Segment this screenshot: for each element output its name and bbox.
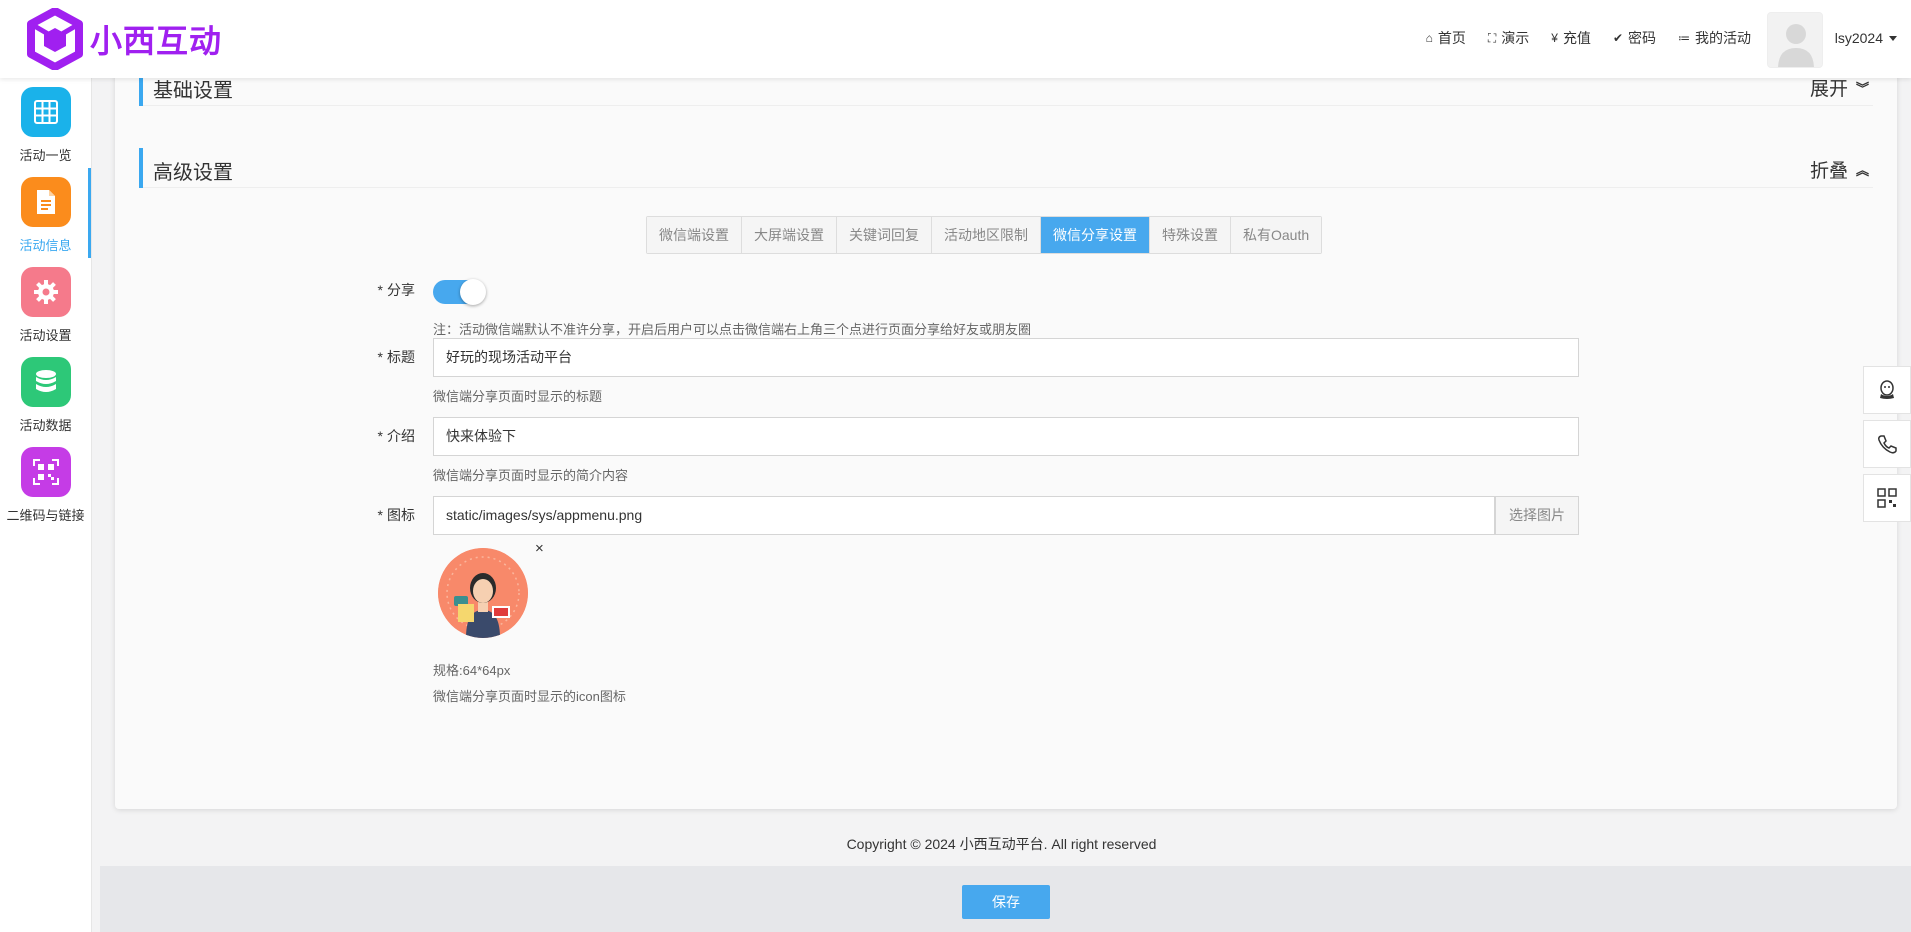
yen-icon: ¥ [1551,31,1558,45]
intro-hint: 微信端分享页面时显示的简介内容 [433,468,629,483]
select-image-button[interactable]: 选择图片 [1495,496,1579,535]
settings-card: 基础设置 展开 ︾ 高级设置 折叠 ︽ 微信端设置 大屏端设置 关键词回复 活动地区限… [115,62,1897,809]
icon-spec: 规格:64*64px [433,663,511,678]
tab-4[interactable]: 微信分享设置 [1041,217,1150,253]
topnav-item-4[interactable]: ≔ 我的活动 [1678,28,1751,48]
save-bar: 保存 [100,866,1911,932]
advanced-settings-title: 高级设置 [153,162,233,184]
double-chevron-up-icon: ︽ [1855,163,1869,178]
content-area: 基础设置 展开 ︾ 高级设置 折叠 ︽ 微信端设置 大屏端设置 关键词回复 活动地区限… [92,62,1911,932]
sidebar-item-label: 活动数据 [19,418,72,433]
sidebar-item-label: 二维码与链接 [6,508,85,523]
database-icon [20,357,71,407]
collapse-toggle[interactable]: 折叠 ︽ [1810,156,1869,183]
sidebar-item-3[interactable]: 活动数据 [0,348,91,438]
topnav-label: 演示 [1501,30,1530,46]
sidebar-item-label: 活动设置 [19,328,72,343]
sidebar-item-label: 活动一览 [19,148,72,163]
list-icon: ≔ [1678,31,1690,45]
expand-toggle[interactable]: 展开 ︾ [1810,74,1869,101]
brand-name: 小西互动 [90,22,223,60]
section-accent-bar [139,148,143,188]
tab-3[interactable]: 活动地区限制 [932,217,1041,253]
footer-copyright: Copyright © 2024 小西互动平台. All right reser… [846,836,1157,852]
phone-icon[interactable] [1863,420,1911,468]
sidebar-item-0[interactable]: 活动一览 [0,78,91,168]
sidebar-item-4[interactable]: 二维码与链接 [0,438,91,528]
tab-5[interactable]: 特殊设置 [1150,217,1231,253]
top-header: 小西互动 ⌂ 首页 ⛶ 演示 ¥ 充值 ✔ 密码 ≔ 我的活动 lsy2024 [0,0,1911,78]
share-label: * 分享 [377,282,415,298]
title-hint: 微信端分享页面时显示的标题 [433,389,603,404]
topnav-label: 首页 [1437,30,1466,46]
check-circle-icon: ✔ [1612,31,1623,45]
share-note: 注：活动微信端默认不准许分享，开启后用户可以点击微信端右上角三个点进行页面分享给… [433,322,1032,337]
caret-down-icon [1889,35,1897,41]
floating-toolbar [1863,366,1911,528]
intro-label: * 介绍 [377,428,415,444]
user-silhouette-icon [1768,13,1822,67]
double-chevron-down-icon: ︾ [1855,81,1869,96]
expand-label: 展开 [1809,79,1848,100]
advanced-settings-header: 高级设置 折叠 ︽ [139,148,1873,188]
tab-1[interactable]: 大屏端设置 [742,217,837,253]
topnav-label: 充值 [1562,30,1591,46]
tab-0[interactable]: 微信端设置 [647,217,742,253]
topnav-item-0[interactable]: ⌂ 首页 [1426,28,1466,48]
fullscreen-icon: ⛶ [1487,30,1497,45]
sidebar-item-2[interactable]: 活动设置 [0,258,91,348]
cube-logo-icon [27,8,83,70]
document-icon [20,177,71,227]
switch-knob [460,279,486,305]
user-avatar[interactable] [1767,12,1823,68]
topnav-label: 我的活动 [1695,30,1751,46]
save-button[interactable]: 保存 [962,885,1050,919]
intro-input[interactable]: 快来体验下 [433,417,1579,456]
qq-icon[interactable] [1863,366,1911,414]
tab-6[interactable]: 私有Oauth [1231,217,1322,253]
settings-tabs: 微信端设置 大屏端设置 关键词回复 活动地区限制 微信分享设置 特殊设置 私有Oauth [646,216,1323,254]
topnav-item-2[interactable]: ¥ 充值 [1551,28,1591,48]
gear-icon [20,267,71,317]
remove-image-icon[interactable]: × [535,540,544,557]
tab-2[interactable]: 关键词回复 [837,217,932,253]
sidebar-item-label: 活动信息 [19,238,72,253]
title-input[interactable]: 好玩的现场活动平台 [433,338,1579,377]
grid-icon [20,87,71,137]
user-menu[interactable]: lsy2024 [1835,30,1897,46]
collapse-label: 折叠 [1809,161,1848,182]
qrcode-icon [20,447,71,497]
home-icon: ⌂ [1425,31,1433,45]
title-label: * 标题 [377,349,415,365]
icon-path-input[interactable]: static/images/sys/appmenu.png [433,496,1495,535]
basic-settings-title: 基础设置 [153,80,233,102]
avatar-illustration-icon [438,548,528,638]
share-icon-preview [438,548,528,638]
top-nav: ⌂ 首页 ⛶ 演示 ¥ 充值 ✔ 密码 ≔ 我的活动 [1404,28,1751,48]
brand-logo[interactable]: 小西互动 [26,8,222,70]
icon-label: * 图标 [377,507,415,523]
topnav-item-3[interactable]: ✔ 密码 [1613,28,1656,48]
username-label: lsy2024 [1834,30,1883,46]
topnav-label: 密码 [1628,30,1656,46]
sidebar-item-1[interactable]: 活动信息 [0,168,91,258]
share-toggle-switch[interactable] [433,279,486,305]
icon-hint: 微信端分享页面时显示的icon图标 [433,689,626,704]
topnav-item-1[interactable]: ⛶ 演示 [1488,28,1529,48]
qrcode-icon[interactable] [1863,474,1911,522]
sidebar: 活动一览活动信息活动设置活动数据二维码与链接 [0,78,92,932]
